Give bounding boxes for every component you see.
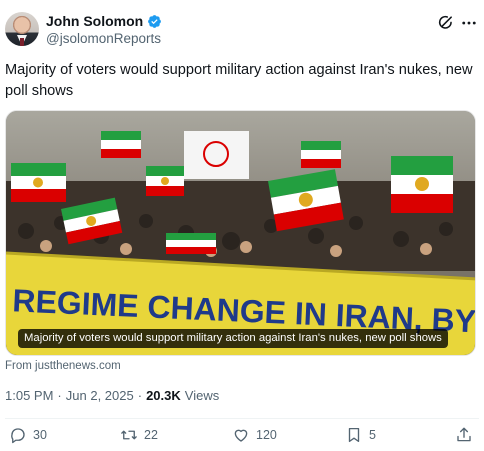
like-count: 120 [256, 428, 277, 442]
reply-button[interactable]: 30 [9, 426, 47, 444]
repost-button[interactable]: 22 [120, 426, 158, 444]
protest-photo: REGIME CHANGE IN IRAN, BY THE [6, 111, 475, 355]
views-count: 20.3K [146, 388, 181, 403]
reply-icon [11, 428, 25, 444]
repost-icon [121, 430, 137, 440]
meta-separator-1: · [57, 388, 62, 403]
author-name-row: John Solomon [46, 13, 162, 29]
heart-icon [234, 429, 248, 442]
divider [5, 418, 479, 419]
repost-count: 22 [144, 428, 158, 442]
tweet-date[interactable]: Jun 2, 2025 [66, 388, 134, 403]
tweet-meta: 1:05 PM · Jun 2, 2025 · 20.3K Views [5, 388, 219, 403]
tweet-time[interactable]: 1:05 PM [5, 388, 53, 403]
avatar-tie [20, 38, 24, 46]
grok-icon[interactable] [437, 14, 454, 31]
share-button[interactable] [455, 426, 473, 444]
tweet-text: Majority of voters would support militar… [5, 62, 473, 99]
media-caption: Majority of voters would support militar… [18, 329, 448, 348]
avatar[interactable] [5, 12, 39, 46]
author-handle[interactable]: @jsolomonReports [46, 31, 161, 46]
reply-count: 30 [33, 428, 47, 442]
action-bar: 30 22 120 5 [0, 426, 484, 448]
verified-badge-icon [148, 14, 162, 28]
views-label: Views [184, 388, 220, 403]
link-source[interactable]: From justthenews.com [5, 360, 121, 372]
bookmark-button[interactable]: 5 [345, 426, 376, 444]
bookmark-count: 5 [369, 428, 376, 442]
tweet-media-card[interactable]: REGIME CHANGE IN IRAN, BY THE Majority o… [5, 110, 476, 356]
more-icon[interactable] [460, 14, 478, 32]
author-display-name[interactable]: John Solomon [46, 13, 143, 29]
meta-separator-2: · [137, 388, 143, 403]
share-icon [457, 427, 471, 442]
like-button[interactable]: 120 [232, 426, 277, 444]
bookmark-icon [348, 427, 360, 443]
